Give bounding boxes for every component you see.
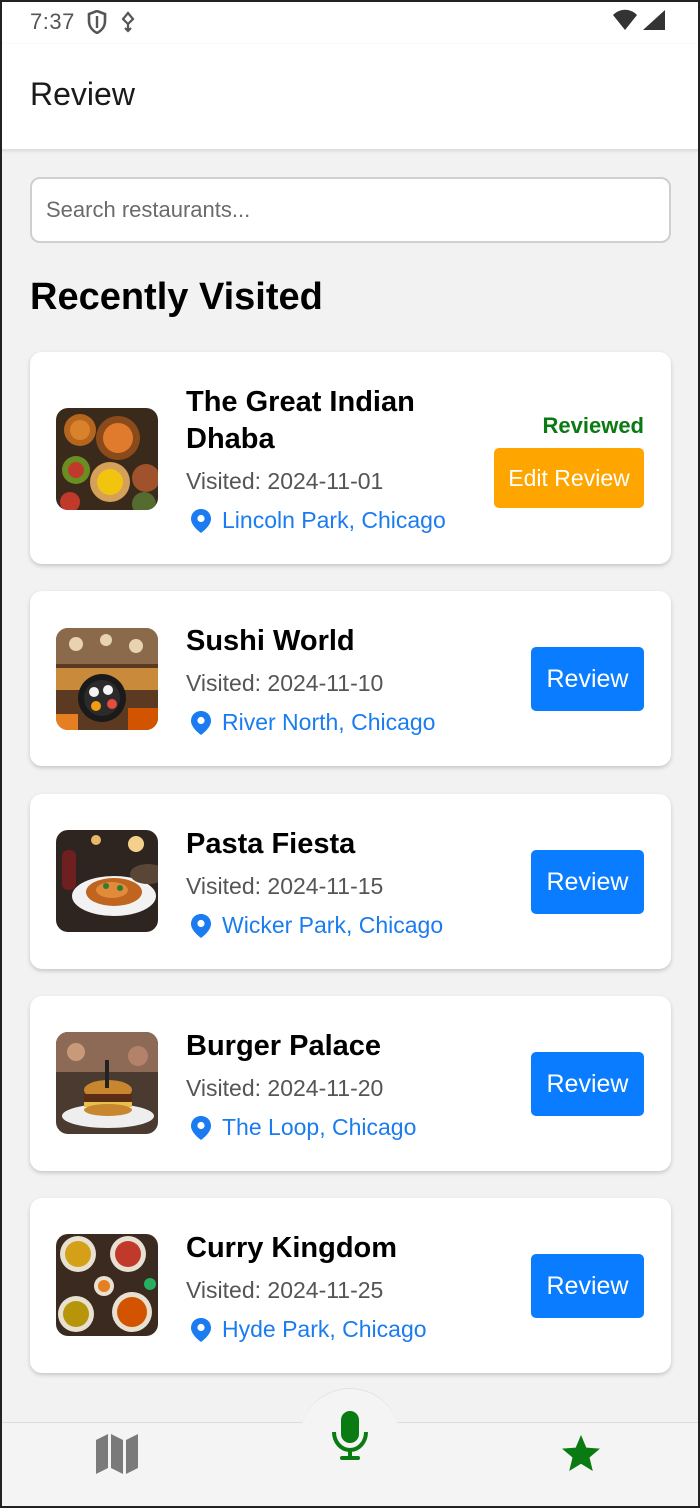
restaurant-photo bbox=[56, 830, 158, 932]
restaurant-info: Sushi World Visited: 2024-11-10 River No… bbox=[186, 623, 526, 736]
map-icon[interactable] bbox=[94, 1432, 140, 1481]
status-time: 7:37 bbox=[30, 9, 75, 34]
star-icon[interactable] bbox=[561, 1434, 601, 1477]
shield-icon bbox=[87, 10, 107, 34]
location-pin-icon bbox=[191, 1115, 211, 1140]
restaurant-card: The Great Indian Dhaba Visited: 2024-11-… bbox=[30, 352, 671, 564]
wifi-icon bbox=[612, 9, 638, 36]
restaurant-card: Curry Kingdom Visited: 2024-11-25 Hyde P… bbox=[30, 1198, 671, 1373]
restaurant-name: The Great Indian Dhaba bbox=[186, 386, 415, 455]
location-text[interactable]: The Loop, Chicago bbox=[222, 1114, 416, 1141]
app-bar: Review bbox=[0, 44, 700, 150]
review-button[interactable]: Review bbox=[531, 1254, 644, 1318]
signal-icon bbox=[642, 9, 666, 36]
status-bar: 7:37 bbox=[0, 0, 700, 44]
location-text[interactable]: River North, Chicago bbox=[222, 709, 435, 736]
location[interactable]: Hyde Park, Chicago bbox=[186, 1316, 526, 1343]
review-button[interactable]: Review bbox=[531, 647, 644, 711]
microphone-icon[interactable] bbox=[331, 1410, 369, 1467]
restaurant-name: Pasta Fiesta bbox=[186, 828, 356, 860]
restaurant-card: Pasta Fiesta Visited: 2024-11-15 Wicker … bbox=[30, 794, 671, 969]
location-pin-icon bbox=[191, 913, 211, 938]
location[interactable]: The Loop, Chicago bbox=[186, 1114, 526, 1141]
usb-icon bbox=[119, 11, 137, 33]
location[interactable]: River North, Chicago bbox=[186, 709, 526, 736]
location[interactable]: Lincoln Park, Chicago bbox=[186, 507, 486, 534]
location-pin-icon bbox=[191, 1317, 211, 1342]
section-title: Recently Visited bbox=[30, 276, 323, 318]
restaurant-info: Pasta Fiesta Visited: 2024-11-15 Wicker … bbox=[186, 826, 526, 939]
restaurant-photo bbox=[56, 628, 158, 730]
restaurant-card: Burger Palace Visited: 2024-11-20 The Lo… bbox=[30, 996, 671, 1171]
visited-date: Visited: 2024-11-01 bbox=[186, 468, 384, 494]
status-right bbox=[612, 9, 666, 36]
visited-date: Visited: 2024-11-15 bbox=[186, 873, 384, 899]
restaurant-name: Burger Palace bbox=[186, 1030, 382, 1062]
edit-review-button[interactable]: Edit Review bbox=[494, 448, 644, 508]
location-pin-icon bbox=[191, 508, 211, 533]
restaurant-photo bbox=[56, 408, 158, 510]
restaurant-info: Burger Palace Visited: 2024-11-20 The Lo… bbox=[186, 1028, 526, 1141]
restaurant-photo bbox=[56, 1234, 158, 1336]
review-button[interactable]: Review bbox=[531, 1052, 644, 1116]
review-button[interactable]: Review bbox=[531, 850, 644, 914]
reviewed-badge: Reviewed bbox=[542, 413, 645, 438]
location-pin-icon bbox=[191, 710, 211, 735]
location-text[interactable]: Wicker Park, Chicago bbox=[222, 912, 443, 939]
restaurant-info: The Great Indian Dhaba Visited: 2024-11-… bbox=[186, 384, 486, 534]
location-text[interactable]: Hyde Park, Chicago bbox=[222, 1316, 427, 1343]
restaurant-card: Sushi World Visited: 2024-11-10 River No… bbox=[30, 591, 671, 766]
restaurant-photo bbox=[56, 1032, 158, 1134]
visited-date: Visited: 2024-11-20 bbox=[186, 1075, 384, 1101]
visited-date: Visited: 2024-11-25 bbox=[186, 1277, 384, 1303]
restaurant-name: Sushi World bbox=[186, 625, 355, 657]
restaurant-info: Curry Kingdom Visited: 2024-11-25 Hyde P… bbox=[186, 1230, 526, 1343]
location[interactable]: Wicker Park, Chicago bbox=[186, 912, 526, 939]
location-text[interactable]: Lincoln Park, Chicago bbox=[222, 507, 446, 534]
page-title: Review bbox=[30, 76, 135, 112]
search-input[interactable] bbox=[46, 179, 669, 241]
visited-date: Visited: 2024-11-10 bbox=[186, 670, 384, 696]
restaurant-name: Curry Kingdom bbox=[186, 1232, 398, 1264]
search-box[interactable] bbox=[30, 177, 671, 243]
